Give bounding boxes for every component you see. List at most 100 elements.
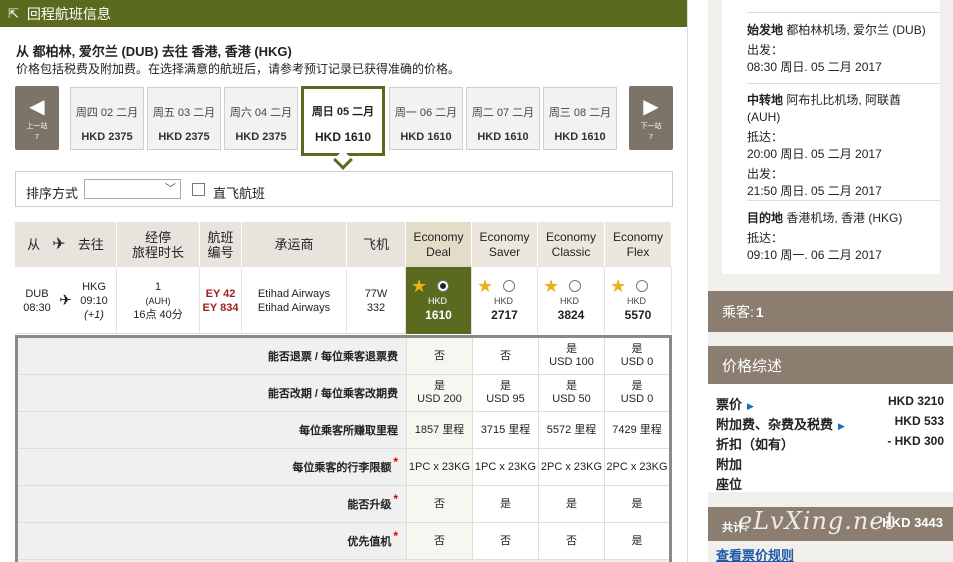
stop-code: (AUH): [145, 295, 171, 306]
detail-value: 否: [472, 338, 538, 374]
detail-value-main: 1PC x 23KG: [474, 460, 537, 473]
day-price: HKD 1610: [554, 131, 606, 143]
detail-value: 是: [472, 486, 538, 522]
detail-value-main: 是: [631, 343, 643, 355]
detail-value-main: 是: [631, 534, 643, 547]
fare-option-deal[interactable]: ★ HKD 1610: [406, 267, 472, 334]
flight-table: 从 ✈ 去往 经停 旅程时长 航班 编号 承运商 飞机 Economy Deal: [15, 222, 672, 562]
prev-day-button[interactable]: ◀ 上一站 7: [15, 86, 59, 150]
detail-value-main: 是: [566, 343, 577, 355]
day-price: HKD 2375: [235, 131, 287, 143]
summary-row-seats: 座位: [716, 474, 944, 493]
chevron-down-icon: ﹀: [165, 183, 176, 195]
fare-radio-selected[interactable]: [437, 280, 449, 292]
fare-name: Economy: [545, 229, 597, 244]
day-cell-mon[interactable]: 周一 06 二月 HKD 1610: [389, 87, 463, 150]
header-carrier: 承运商: [242, 222, 347, 267]
itinerary-transit: 中转地 阿布扎比机场, 阿联酋 (AUH) 抵达： 20:00 周日. 05 二…: [747, 92, 901, 200]
detail-value: 否: [406, 338, 472, 374]
detail-value: 3715 里程: [472, 412, 538, 448]
summary-label: 附加: [716, 457, 743, 472]
detail-label-text: 能否改期 / 每位乘客改期费: [267, 388, 398, 400]
fare-details-table: 能否退票 / 每位乘客退票费 否 否 是 USD 100 是 USD 0 能否改期 …: [15, 335, 672, 562]
destination-arrive-time: 09:10 周一. 06 二月 2017: [747, 248, 882, 262]
header-fare-deal: Economy Deal: [406, 222, 472, 267]
destination-arrive-label: 抵达：: [747, 231, 784, 245]
detail-label-text: 优先值机: [347, 536, 392, 548]
summary-label: 座位: [716, 477, 743, 492]
fare-radio[interactable]: [503, 280, 515, 292]
passengers-count: 1: [755, 303, 764, 320]
day-price: HKD 2375: [81, 131, 133, 143]
detail-row-change: 能否改期 / 每位乘客改期费 是 USD 200 是 USD 95 是 USD 50 …: [18, 375, 669, 412]
collapse-arrow-icon[interactable]: ⇱: [8, 6, 19, 22]
flight-number-1[interactable]: EY 42: [206, 287, 236, 301]
day-cell-fri[interactable]: 周五 03 二月 HKD 2375: [147, 87, 221, 150]
header-duration: 旅程时长: [131, 244, 184, 260]
transit-depart-label: 出发：: [747, 167, 784, 181]
next-day-button[interactable]: ▶ 下一站 7: [629, 86, 673, 150]
detail-value-main: 否: [500, 349, 511, 362]
carrier-2: Etihad Airways: [257, 301, 331, 314]
fare-currency: HKD: [428, 296, 448, 306]
detail-value-main: 是: [631, 497, 643, 510]
detail-value-fee: USD 0: [620, 356, 654, 368]
detail-value: 7429 里程: [604, 412, 669, 448]
detail-value: 是: [538, 486, 604, 522]
detail-label-text: 能否升级: [347, 499, 392, 511]
detail-value: 是: [604, 486, 669, 522]
day-cell-thu[interactable]: 周四 02 二月 HKD 2375: [70, 87, 144, 150]
detail-value-fee: USD 100: [549, 356, 594, 368]
day-price: HKD 2375: [158, 131, 210, 143]
expand-arrow-icon[interactable]: ▶: [747, 401, 754, 411]
detail-value: 1857 里程: [406, 412, 472, 448]
detail-label: 每位乘客所赚取里程: [18, 412, 406, 448]
carrier-1: Etihad Airways: [257, 287, 331, 300]
summary-row-discount: 折扣（如有） - HKD 300: [716, 434, 944, 453]
detail-row-upgrade: 能否升级 * 否 是 是 是: [18, 486, 669, 523]
flight-selection-panel: ⇱ 回程航班信息 从 都柏林, 爱尔兰 (DUB) 去往 香港, 香港 (HKG…: [0, 0, 688, 562]
day-date: 周三 08 二月: [548, 107, 612, 119]
departure-title: 始发地: [747, 23, 784, 37]
fare-name-2: Deal: [426, 244, 451, 259]
star-icon: ★: [543, 276, 560, 296]
detail-row-refund: 能否退票 / 每位乘客退票费 否 否 是 USD 100 是 USD 0: [18, 338, 669, 375]
direct-flight-checkbox[interactable]: [192, 183, 205, 196]
departure-time: 08:30 周日. 05 二月 2017: [747, 60, 882, 74]
detail-value: 是 USD 0: [604, 375, 669, 411]
from-code: DUB: [25, 287, 49, 300]
fare-radio[interactable]: [636, 280, 648, 292]
day-cell-tue[interactable]: 周二 07 二月 HKD 1610: [466, 87, 540, 150]
destination-title: 目的地: [747, 211, 784, 225]
prev-day-count: 7: [35, 134, 39, 141]
detail-value: 是 USD 0: [604, 338, 669, 374]
fare-rules-link[interactable]: 查看票价规则: [716, 545, 794, 562]
star-icon: ★: [610, 276, 627, 296]
flight-number-2[interactable]: EY 834: [203, 301, 239, 315]
day-cell-wed[interactable]: 周三 08 二月 HKD 1610: [543, 87, 617, 150]
header-fare-flex: Economy Flex: [605, 222, 672, 267]
sort-select[interactable]: ﹀: [84, 179, 181, 199]
expand-arrow-icon[interactable]: ▶: [838, 421, 845, 431]
detail-label: 能否退票 / 每位乘客退票费: [18, 338, 406, 374]
fare-option-saver[interactable]: ★ HKD 2717: [472, 267, 538, 334]
detail-value-main: 否: [434, 497, 445, 510]
fare-currency: HKD: [560, 296, 580, 306]
detail-label-text: 能否退票 / 每位乘客退票费: [267, 351, 398, 363]
to-time: 09:10: [80, 294, 108, 307]
fare-option-flex[interactable]: ★ HKD 5570: [605, 267, 672, 334]
fare-option-classic[interactable]: ★ HKD 3824: [538, 267, 605, 334]
day-cell-sun-selected[interactable]: 周日 05 二月 HKD 1610: [301, 86, 385, 156]
route-title: 从 都柏林, 爱尔兰 (DUB) 去往 香港, 香港 (HKG): [16, 44, 292, 59]
day-cell-sat[interactable]: 周六 04 二月 HKD 2375: [224, 87, 298, 150]
transit-place-code: (AUH): [747, 110, 781, 124]
return-flight-header[interactable]: ⇱ 回程航班信息: [0, 0, 687, 27]
chevron-right-icon: ▶: [643, 96, 659, 118]
price-summary-box: 票价 ▶ HKD 3210 附加费、杂费及税费 ▶ HKD 533 折扣（如有） -…: [708, 384, 953, 492]
fare-radio[interactable]: [569, 280, 581, 292]
flight-row: DUB 08:30 ✈ HKG 09:10 (+1) 1 (AUH) 16点 4…: [15, 267, 672, 334]
detail-value: 2PC x 23KG: [538, 449, 604, 485]
summary-amount: HKD 3210: [887, 394, 944, 408]
chevron-left-icon: ◀: [29, 96, 45, 118]
summary-amount: HKD 533: [894, 414, 944, 428]
